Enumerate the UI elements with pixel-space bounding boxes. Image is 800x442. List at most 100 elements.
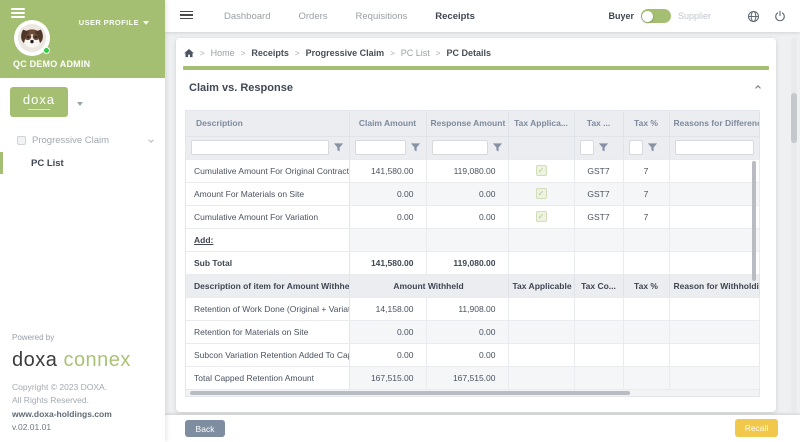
filter-claim-amount-input[interactable]: [355, 140, 406, 155]
user-name: QC DEMO ADMIN: [13, 59, 90, 69]
collapse-chevron-icon[interactable]: [755, 85, 761, 91]
table-row: Cumulative Amount For Variation 0.00 0.0…: [186, 205, 759, 228]
tax-applicable-checkbox[interactable]: ✓: [536, 211, 547, 222]
filter-tax-pct-input[interactable]: [629, 140, 643, 155]
filter-funnel-icon[interactable]: [410, 142, 421, 153]
home-icon[interactable]: [184, 49, 194, 58]
withheld-col-tax-applicable: Tax Applicable: [508, 274, 574, 297]
supplier-label: Supplier: [678, 11, 711, 21]
panel-title: Claim vs. Response: [189, 82, 293, 94]
rights-text: All Rights Reserved.: [12, 394, 157, 407]
topbar: Dashboard Orders Requisitions Receipts B…: [165, 0, 800, 32]
breadcrumb-separator: >: [295, 49, 300, 58]
withheld-claim-cell: 167,515.00: [349, 366, 426, 389]
topbar-hamburger-icon[interactable]: [180, 11, 193, 22]
sidebar: USER PROFILE QC DEMO ADMIN doxa: [0, 0, 165, 442]
main-card: > Home > Receipts > Progressive Claim > …: [176, 38, 776, 412]
active-item-indicator: [0, 152, 3, 174]
doxa-logo-subline: [28, 109, 50, 110]
toggle-knob: [642, 11, 653, 22]
breadcrumb-pc-details[interactable]: PC Details: [446, 48, 491, 58]
doxa-logo-button[interactable]: doxa: [10, 87, 68, 117]
response-amount-cell: 0.00: [426, 205, 508, 228]
scrollbar-thumb[interactable]: [190, 391, 630, 395]
breadcrumb-separator: >: [200, 49, 205, 58]
withheld-claim-cell: 14,158.00: [349, 297, 426, 320]
filter-row: [186, 136, 759, 159]
globe-icon[interactable]: [747, 10, 760, 23]
sidebar-item-progressive-claim[interactable]: Progressive Claim: [0, 129, 165, 151]
col-header-reasons[interactable]: Reasons for Difference: [669, 111, 759, 136]
doxa-logo-text: doxa: [23, 94, 55, 106]
tab-receipts[interactable]: Receipts: [435, 11, 475, 22]
scrollbar-thumb[interactable]: [791, 93, 797, 143]
filter-description-input[interactable]: [191, 140, 329, 155]
sidebar-footer: Powered by doxa connex Copyright © 2023 …: [12, 333, 157, 434]
tax-applicable-checkbox[interactable]: ✓: [536, 188, 547, 199]
tax-code-cell: GST7: [574, 159, 623, 182]
sidebar-item-label: PC List: [31, 158, 64, 169]
logo-dropdown-caret[interactable]: [77, 93, 83, 111]
user-profile-label: USER PROFILE: [79, 18, 139, 27]
col-header-tax-applicable[interactable]: Tax Applica...: [508, 111, 574, 136]
main-area: Dashboard Orders Requisitions Receipts B…: [165, 0, 800, 442]
breadcrumb-receipts[interactable]: Receipts: [251, 48, 289, 58]
table-vertical-scrollbar[interactable]: [752, 161, 756, 281]
description-cell: Cumulative Amount For Original Contract …: [186, 159, 349, 182]
withheld-col-reason: Reason for Withholdi...: [669, 274, 759, 297]
breadcrumb-home[interactable]: Home: [211, 48, 235, 58]
filter-funnel-icon[interactable]: [333, 142, 344, 153]
user-profile-menu[interactable]: USER PROFILE: [79, 18, 149, 27]
online-status-dot: [43, 47, 50, 54]
document-icon: [17, 136, 26, 145]
breadcrumb-pc-list[interactable]: PC List: [401, 48, 430, 58]
col-header-tax-pct[interactable]: Tax %: [623, 111, 669, 136]
nav-tabs: Dashboard Orders Requisitions Receipts: [224, 11, 475, 22]
tab-requisitions[interactable]: Requisitions: [356, 11, 408, 22]
buyer-supplier-toggle[interactable]: [641, 9, 671, 23]
withheld-response-cell: 11,908.00: [426, 297, 508, 320]
bottom-action-bar: Back Recall: [165, 415, 800, 442]
col-header-tax-code[interactable]: Tax ...: [574, 111, 623, 136]
withheld-col-tax-code: Tax Co...: [574, 274, 623, 297]
description-cell: Retention for Materials on Site: [186, 320, 349, 343]
table-row: Retention of Work Done (Original + Varia…: [186, 297, 759, 320]
filter-funnel-icon[interactable]: [647, 142, 658, 153]
back-button[interactable]: Back: [185, 420, 225, 437]
reasons-cell: [669, 205, 759, 228]
tax-code-cell: GST7: [574, 182, 623, 205]
tax-pct-cell: 7: [623, 182, 669, 205]
reasons-cell: [669, 182, 759, 205]
recall-button[interactable]: Recall: [735, 419, 778, 437]
breadcrumb-progressive-claim[interactable]: Progressive Claim: [306, 48, 385, 58]
filter-funnel-icon[interactable]: [492, 142, 503, 153]
avatar[interactable]: [14, 20, 50, 56]
add-link[interactable]: Add:: [194, 235, 213, 245]
table-row: Retention for Materials on Site 0.00 0.0…: [186, 320, 759, 343]
filter-response-amount-input[interactable]: [432, 140, 488, 155]
filter-reasons-input[interactable]: [675, 140, 754, 155]
col-header-response-amount[interactable]: Response Amount: [426, 111, 508, 136]
description-cell: Amount For Materials on Site: [186, 182, 349, 205]
col-header-claim-amount[interactable]: Claim Amount: [349, 111, 426, 136]
table-row: Amount For Materials on Site 0.00 0.00 ✓…: [186, 182, 759, 205]
response-amount-cell: 0.00: [426, 182, 508, 205]
power-icon[interactable]: [774, 10, 786, 22]
filter-tax-code-input[interactable]: [580, 140, 594, 155]
sidebar-hamburger-icon[interactable]: [11, 8, 25, 20]
breadcrumb-separator: >: [241, 49, 246, 58]
sidebar-item-pc-list[interactable]: PC List: [0, 151, 165, 175]
claim-amount-cell: 0.00: [349, 205, 426, 228]
chevron-down-icon: [148, 137, 154, 143]
website-link[interactable]: www.doxa-holdings.com: [12, 408, 157, 421]
col-header-description[interactable]: Description: [186, 111, 349, 136]
tax-applicable-checkbox[interactable]: ✓: [536, 165, 547, 176]
page-scrollbar[interactable]: [791, 38, 797, 412]
withheld-response-cell: 0.00: [426, 343, 508, 366]
tab-dashboard[interactable]: Dashboard: [224, 11, 270, 22]
tab-orders[interactable]: Orders: [298, 11, 327, 22]
table-horizontal-scrollbar[interactable]: [185, 390, 760, 397]
description-cell: Cumulative Amount For Variation: [186, 205, 349, 228]
chevron-down-icon: [77, 102, 83, 106]
filter-funnel-icon[interactable]: [598, 142, 609, 153]
